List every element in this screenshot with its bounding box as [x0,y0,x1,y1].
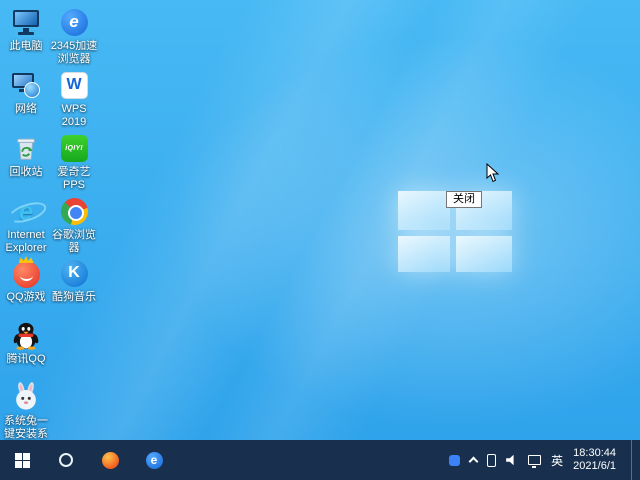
tray-app-icon[interactable] [449,455,460,466]
desktop-icon-qq-games[interactable]: QQ游戏 [0,257,52,304]
windows-logo-icon [15,453,30,468]
desktop-icon-tencent-qq[interactable]: 腾讯QQ [0,319,52,366]
cortana-search-button[interactable] [44,440,88,480]
browser-e-icon: e [146,452,163,469]
desktop-icon-this-pc[interactable]: 此电脑 [0,6,52,53]
rabbit-icon [11,382,41,412]
desktop-wallpaper: 关闭 此电脑 网络 回收站 e Internet [0,0,640,440]
chrome-icon [61,198,88,225]
phone-icon[interactable] [487,454,496,467]
desktop-icon-wps-2019[interactable]: W WPS 2019 [48,69,100,129]
iqiyi-icon: iQIYI [61,135,88,162]
network-tray-icon[interactable] [528,455,541,465]
ime-indicator[interactable]: 英 [551,452,563,469]
desktop-icon-label: 爱奇艺PPS [48,166,100,192]
qq-penguin-icon [11,320,41,350]
desktop-icon-internet-explorer[interactable]: e Internet Explorer [0,195,52,255]
computer-icon [11,7,41,37]
windows-logo-pane [398,236,450,272]
desktop-icon-label: WPS 2019 [48,103,100,129]
desktop-icon-label: 酷狗音乐 [48,291,100,304]
clock-date: 2021/6/1 [573,460,616,473]
taskbar-clock[interactable]: 18:30:44 2021/6/1 [573,447,616,473]
mouse-cursor [486,163,500,188]
recycle-bin-icon [11,133,41,163]
browser-2345-taskbar-button[interactable]: e [132,440,176,480]
browser-2345-icon: e [61,9,88,36]
desktop-icon-label: 谷歌浏览器 [48,229,100,255]
volume-icon[interactable] [506,454,518,466]
kugou-icon: K [61,260,88,287]
show-desktop-button[interactable] [631,440,636,480]
cortana-icon [59,453,73,467]
qq-games-icon [13,261,40,288]
desktop-icon-label: QQ游戏 [0,291,52,304]
taskbar: e 英 18:30:44 2021/6/1 [0,440,640,480]
desktop-icon-label: 网络 [0,103,52,116]
desktop-icon-label: 腾讯QQ [0,353,52,366]
ie-icon: e [11,196,41,226]
desktop-icon-2345-browser[interactable]: e 2345加速浏览器 [48,6,100,66]
windows-logo-pane [398,191,450,230]
desktop-icon-label: Internet Explorer [0,229,52,255]
tooltip: 关闭 [446,191,482,208]
firefox-icon [102,452,119,469]
start-button[interactable] [0,440,44,480]
desktop-icon-chrome[interactable]: 谷歌浏览器 [48,195,100,255]
desktop-icon-label: 回收站 [0,166,52,179]
desktop-icon-xitongtu-installer[interactable]: 系统兔一键安装系统 [0,381,52,440]
desktop-icon-label: 此电脑 [0,40,52,53]
windows-logo-pane [456,236,512,272]
desktop-icon-kugou-music[interactable]: K 酷狗音乐 [48,257,100,304]
wps-icon: W [61,72,88,99]
network-icon [11,70,41,100]
desktop-icon-iqiyi-pps[interactable]: iQIYI 爱奇艺PPS [48,132,100,192]
desktop-icon-label: 2345加速浏览器 [48,40,100,66]
desktop-icon-network[interactable]: 网络 [0,69,52,116]
firefox-taskbar-button[interactable] [88,440,132,480]
hidden-icons-chevron-icon[interactable] [469,457,479,467]
clock-time: 18:30:44 [573,447,616,460]
system-tray: 英 18:30:44 2021/6/1 [449,440,640,480]
desktop-icon-label: 系统兔一键安装系统 [0,415,52,440]
desktop-icon-recycle-bin[interactable]: 回收站 [0,132,52,179]
